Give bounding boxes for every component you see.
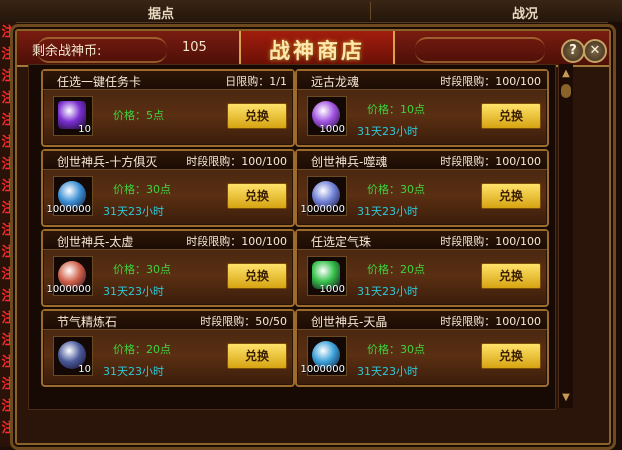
purchase-limit: 时段限购：100/100 (440, 155, 541, 168)
exchange-button[interactable]: 兑换 (227, 103, 287, 129)
card-header: 任选一键任务卡 日限购：1/1 (43, 71, 293, 90)
shop-item-card: 创世神兵-太虚 时段限购：100/100 1000000 价格：30点 31天23小时 兑… (41, 229, 295, 307)
item-name: 创世神兵-十方俱灭 (57, 155, 158, 169)
item-slot[interactable]: 1000000 (46, 256, 93, 296)
tab-battle-status[interactable]: 战况 (512, 3, 538, 22)
item-timer: 31天23小时 (103, 285, 164, 298)
item-price: 价格：30点 (113, 263, 171, 276)
item-timer: 31天23小时 (357, 205, 418, 218)
shop-item-card: 创世神兵-天晶 时段限购：100/100 1000000 价格：30点 31天23小时 兑… (295, 309, 549, 387)
close-button[interactable]: ✕ (583, 39, 607, 63)
window-title: 战神商店 (269, 38, 365, 63)
card-header: 创世神兵-十方俱灭 时段限购：100/100 (43, 151, 293, 170)
item-timer: 31天23小时 (357, 365, 418, 378)
exchange-button[interactable]: 兑换 (481, 343, 541, 369)
shop-item-card: 远古龙魂 时段限购：100/100 1000 价格：10点 31天23小时 兑换 (295, 69, 549, 147)
item-slot[interactable]: 1000000 (46, 176, 93, 216)
exchange-button[interactable]: 兑换 (227, 263, 287, 289)
item-count: 1000 (319, 284, 345, 295)
scrollbar[interactable]: ▲ ▼ (558, 64, 573, 408)
scroll-up-icon[interactable]: ▲ (560, 68, 572, 80)
item-count: 1000 (319, 124, 345, 135)
card-header: 任选定气珠 时段限购：100/100 (297, 231, 547, 250)
item-price: 价格：5点 (113, 109, 164, 122)
card-header: 节气精炼石 时段限购：50/50 (43, 311, 293, 330)
item-count: 10 (78, 124, 91, 135)
top-tab-bar: 据点 战况 (0, 0, 622, 23)
coins-label: 剩余战神币: (32, 44, 102, 59)
card-header: 创世神兵-噬魂 时段限购：100/100 (297, 151, 547, 170)
item-name: 节气精炼石 (57, 315, 118, 329)
shop-item-card: 创世神兵-十方俱灭 时段限购：100/100 1000000 价格：30点 31天23小… (41, 149, 295, 227)
card-header: 远古龙魂 时段限购：100/100 (297, 71, 547, 90)
card-header: 创世神兵-太虚 时段限购：100/100 (43, 231, 293, 250)
item-name: 创世神兵-噬魂 (311, 155, 388, 169)
item-count: 1000000 (300, 204, 345, 215)
tab-stronghold[interactable]: 据点 (148, 3, 174, 22)
item-grid: 任选一键任务卡 日限购：1/1 10 价格：5点 兑换 远古龙魂 时段限购：100/100 1… (28, 64, 556, 410)
scroll-thumb[interactable] (561, 84, 571, 98)
title-plaque: 战神商店 (239, 31, 395, 65)
item-slot[interactable]: 10 (53, 96, 93, 136)
shop-item-card: 节气精炼石 时段限购：50/50 10 价格：20点 31天23小时 兑换 (41, 309, 295, 387)
item-name: 任选一键任务卡 (57, 75, 142, 89)
item-timer: 31天23小时 (357, 125, 418, 138)
scroll-down-icon[interactable]: ▼ (560, 392, 572, 404)
exchange-button[interactable]: 兑换 (227, 183, 287, 209)
purchase-limit: 时段限购：50/50 (200, 315, 287, 328)
help-button[interactable]: ? (561, 39, 585, 63)
shop-item-card: 创世神兵-噬魂 时段限购：100/100 1000000 价格：30点 31天23小时 兑… (295, 149, 549, 227)
item-name: 任选定气珠 (311, 235, 372, 249)
coins-value: 105 (182, 40, 207, 55)
item-slot[interactable]: 1000 (307, 96, 347, 136)
item-price: 价格：30点 (367, 343, 425, 356)
shop-item-card: 任选一键任务卡 日限购：1/1 10 价格：5点 兑换 (41, 69, 295, 147)
tab-divider (370, 2, 371, 20)
item-name: 远古龙魂 (311, 75, 360, 89)
item-name: 创世神兵-太虚 (57, 235, 134, 249)
item-price: 价格：30点 (367, 183, 425, 196)
exchange-button[interactable]: 兑换 (481, 183, 541, 209)
purchase-limit: 日限购：1/1 (225, 75, 287, 88)
item-price: 价格：20点 (113, 343, 171, 356)
item-timer: 31天23小时 (103, 365, 164, 378)
item-slot[interactable]: 10 (53, 336, 93, 376)
purchase-limit: 时段限购：100/100 (440, 235, 541, 248)
item-price: 价格：20点 (367, 263, 425, 276)
item-name: 创世神兵-天晶 (311, 315, 388, 329)
item-count: 1000000 (300, 364, 345, 375)
item-count: 1000000 (46, 204, 91, 215)
item-count: 1000000 (46, 284, 91, 295)
item-slot[interactable]: 1000 (307, 256, 347, 296)
item-price: 价格：10点 (367, 103, 425, 116)
title-bar: 战神商店 ? ✕ (17, 31, 609, 67)
purchase-limit: 时段限购：100/100 (440, 315, 541, 328)
item-count: 10 (78, 364, 91, 375)
exchange-button[interactable]: 兑换 (481, 103, 541, 129)
item-timer: 31天23小时 (103, 205, 164, 218)
exchange-button[interactable]: 兑换 (481, 263, 541, 289)
purchase-limit: 时段限购：100/100 (186, 235, 287, 248)
exchange-button[interactable]: 兑换 (227, 343, 287, 369)
purchase-limit: 时段限购：100/100 (440, 75, 541, 88)
item-slot[interactable]: 1000000 (300, 176, 347, 216)
item-timer: 31天23小时 (357, 285, 418, 298)
item-price: 价格：30点 (113, 183, 171, 196)
card-header: 创世神兵-天晶 时段限购：100/100 (297, 311, 547, 330)
purchase-limit: 时段限购：100/100 (186, 155, 287, 168)
item-slot[interactable]: 1000000 (300, 336, 347, 376)
shop-item-card: 任选定气珠 时段限购：100/100 1000 价格：20点 31天23小时 兑换 (295, 229, 549, 307)
